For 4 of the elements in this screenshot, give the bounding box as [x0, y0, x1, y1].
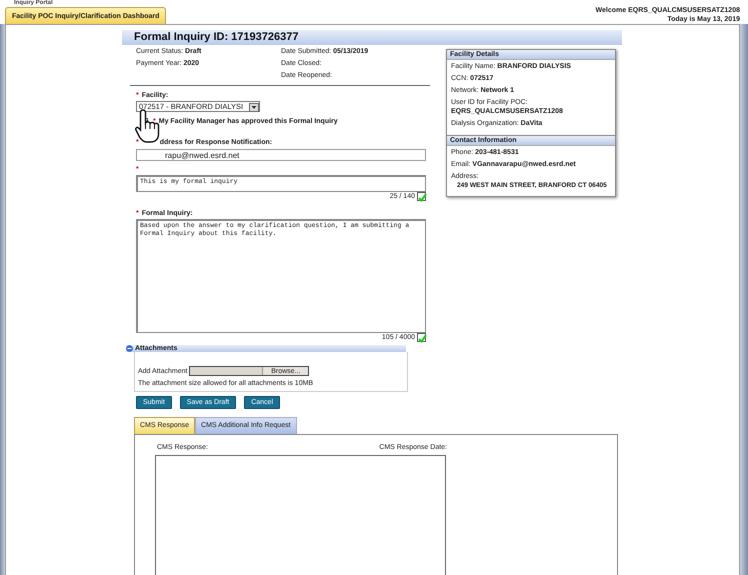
dropdown-arrow-icon[interactable]	[249, 102, 259, 112]
collapse-icon[interactable]	[126, 344, 133, 352]
inquiry-title: Formal Inquiry ID: 17193726377	[122, 30, 622, 45]
email-field[interactable]: rapu@nwed.esrd.net	[136, 148, 426, 161]
